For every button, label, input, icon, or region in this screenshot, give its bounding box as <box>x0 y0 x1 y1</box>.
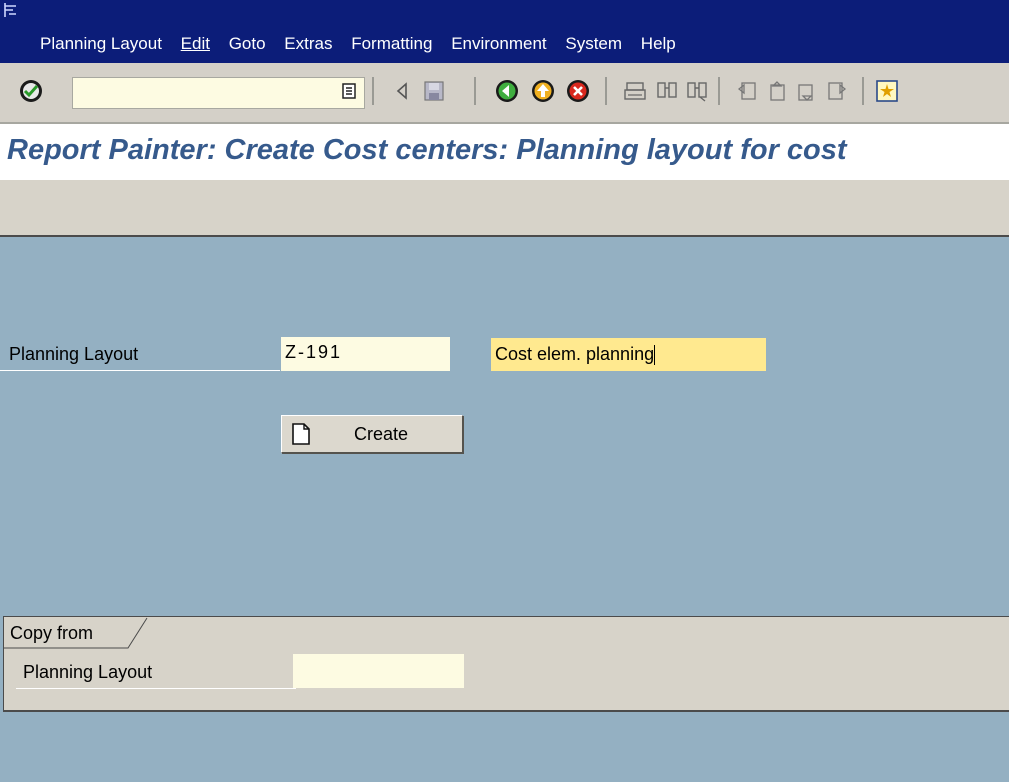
next-page-icon[interactable] <box>796 80 818 102</box>
application-toolbar <box>0 180 1009 237</box>
menu-system[interactable]: System <box>565 34 622 53</box>
menu-help[interactable]: Help <box>641 34 676 53</box>
standard-toolbar <box>0 63 1009 124</box>
menu-edit[interactable]: Edit <box>181 34 210 53</box>
menu-bar: Planning Layout Edit Goto Extras Formatt… <box>0 0 1009 63</box>
first-page-icon[interactable] <box>736 80 758 102</box>
menu-items: Planning Layout Edit Goto Extras Formatt… <box>40 34 690 54</box>
menu-goto[interactable]: Goto <box>229 34 266 53</box>
page-title: Report Painter: Create Cost centers: Pla… <box>7 134 847 166</box>
save-icon[interactable] <box>423 80 445 102</box>
copy-from-tab-label: Copy from <box>10 623 94 643</box>
cancel-icon[interactable] <box>565 78 591 104</box>
back-icon[interactable] <box>494 78 520 104</box>
menu-planning-layout[interactable]: Planning Layout <box>40 34 162 53</box>
command-field[interactable] <box>72 77 365 109</box>
create-button-label: Create <box>354 424 409 444</box>
toolbar-separator <box>372 77 374 105</box>
command-history-icon[interactable] <box>342 83 356 99</box>
print-icon[interactable] <box>624 80 646 102</box>
toolbar-separator <box>718 77 720 105</box>
enter-icon[interactable] <box>18 78 44 104</box>
description-value: Cost elem. planning <box>495 344 655 364</box>
system-menu-icon[interactable] <box>4 2 18 18</box>
toolbar-separator <box>474 77 476 105</box>
exit-icon[interactable] <box>530 78 556 104</box>
text-cursor <box>654 345 656 366</box>
copy-planning-layout-field[interactable] <box>293 654 464 688</box>
toolbar-separator <box>605 77 607 105</box>
planning-layout-field[interactable]: Z-191 <box>281 337 450 371</box>
menu-environment[interactable]: Environment <box>451 34 546 53</box>
planning-layout-label: Planning Layout <box>9 344 139 364</box>
menu-extras[interactable]: Extras <box>284 34 332 53</box>
copy-planning-layout-label: Planning Layout <box>23 662 153 682</box>
find-icon[interactable] <box>656 80 678 102</box>
find-next-icon[interactable] <box>686 80 708 102</box>
copy-from-group: Copy from Planning Layout <box>3 616 1009 712</box>
create-button[interactable]: Create <box>281 415 463 453</box>
collapse-icon[interactable] <box>392 80 414 102</box>
description-field[interactable]: Cost elem. planning <box>491 338 766 371</box>
previous-page-icon[interactable] <box>766 80 788 102</box>
label-underline <box>16 688 296 689</box>
title-bar: Report Painter: Create Cost centers: Pla… <box>0 124 1009 180</box>
new-document-icon <box>292 423 310 445</box>
label-underline <box>0 370 280 371</box>
layout-icon[interactable] <box>876 80 898 102</box>
menu-formatting[interactable]: Formatting <box>351 34 432 53</box>
toolbar-separator <box>862 77 864 105</box>
last-page-icon[interactable] <box>826 80 848 102</box>
